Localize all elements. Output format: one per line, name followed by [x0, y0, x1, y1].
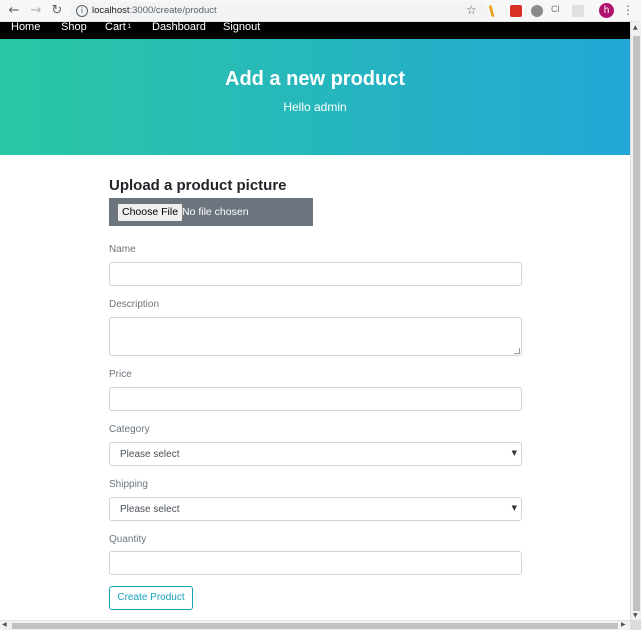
profile-avatar[interactable]: h	[599, 3, 614, 18]
page-title: Add a new product	[225, 68, 405, 90]
cart-count-badge: 1	[127, 24, 132, 30]
description-textarea[interactable]	[109, 317, 522, 356]
category-label: Category	[109, 424, 150, 435]
extension-pen-icon[interactable]	[488, 4, 496, 18]
shipping-select[interactable]: Please select ▼	[109, 497, 522, 521]
choose-file-button[interactable]: Choose File	[117, 203, 184, 222]
category-select[interactable]: Please select ▼	[109, 442, 522, 466]
info-icon[interactable]: i	[76, 5, 88, 17]
extension-gray-icon[interactable]	[531, 5, 543, 17]
url-text: localhost:3000/create/product	[92, 5, 217, 16]
reload-icon[interactable]: ↻	[49, 3, 65, 19]
hero-banner: Add a new product Hello admin	[0, 39, 630, 155]
scrollbar-corner	[630, 620, 641, 630]
upload-title: Upload a product picture	[109, 177, 287, 194]
price-input[interactable]	[109, 387, 522, 411]
nav-link-shop[interactable]: Shop	[61, 22, 87, 33]
vertical-scrollbar[interactable]: ▲ ▼	[630, 22, 641, 622]
chevron-down-icon: ▼	[511, 504, 517, 512]
scroll-up-arrow-icon[interactable]: ▲	[633, 24, 638, 31]
extension-light-icon[interactable]	[572, 5, 584, 17]
chevron-down-icon: ▼	[511, 449, 517, 457]
nav-link-cart-label: Cart	[105, 21, 126, 33]
forward-arrow-icon[interactable]: →	[28, 3, 44, 19]
category-selected-value: Please select	[120, 449, 180, 460]
name-label: Name	[109, 244, 136, 255]
quantity-input[interactable]	[109, 551, 522, 575]
back-arrow-icon[interactable]: ←	[6, 3, 22, 19]
quantity-label: Quantity	[109, 534, 147, 545]
address-bar[interactable]: i localhost:3000/create/product	[70, 2, 488, 20]
create-product-button[interactable]: Create Product	[109, 586, 193, 610]
page-subtitle: Hello admin	[283, 100, 347, 114]
nav-link-dashboard[interactable]: Dashboard	[152, 22, 206, 33]
file-status-text: No file chosen	[182, 206, 249, 218]
description-label: Description	[109, 299, 160, 310]
price-label: Price	[109, 369, 132, 380]
nav-link-cart[interactable]: Cart 1	[105, 21, 132, 33]
horizontal-scrollbar[interactable]: ◀ ▶	[0, 620, 630, 630]
browser-toolbar: ← → ↻ i localhost:3000/create/product ☆ …	[0, 0, 641, 22]
file-upload-field: Choose File No file chosen	[109, 198, 313, 226]
scroll-right-arrow-icon[interactable]: ▶	[621, 621, 626, 628]
nav-link-signout[interactable]: Signout	[223, 22, 260, 33]
bookmark-star-icon[interactable]: ☆	[466, 3, 477, 17]
menu-kebab-icon[interactable]: ⋮	[622, 3, 634, 17]
scroll-left-arrow-icon[interactable]: ◀	[2, 621, 7, 628]
shipping-label: Shipping	[109, 479, 148, 490]
name-input[interactable]	[109, 262, 522, 286]
resize-grip-icon[interactable]	[514, 348, 520, 354]
vertical-scroll-thumb[interactable]	[633, 36, 640, 611]
shipping-selected-value: Please select	[120, 504, 180, 515]
extension-red-icon[interactable]	[510, 5, 522, 17]
app-navbar: Home Shop Cart 1 Dashboard Signout	[0, 22, 630, 39]
extension-ci-icon[interactable]: Cl	[551, 4, 565, 16]
scroll-down-arrow-icon[interactable]: ▼	[633, 612, 638, 619]
nav-link-home[interactable]: Home	[11, 22, 40, 33]
horizontal-scroll-thumb[interactable]	[12, 623, 618, 629]
